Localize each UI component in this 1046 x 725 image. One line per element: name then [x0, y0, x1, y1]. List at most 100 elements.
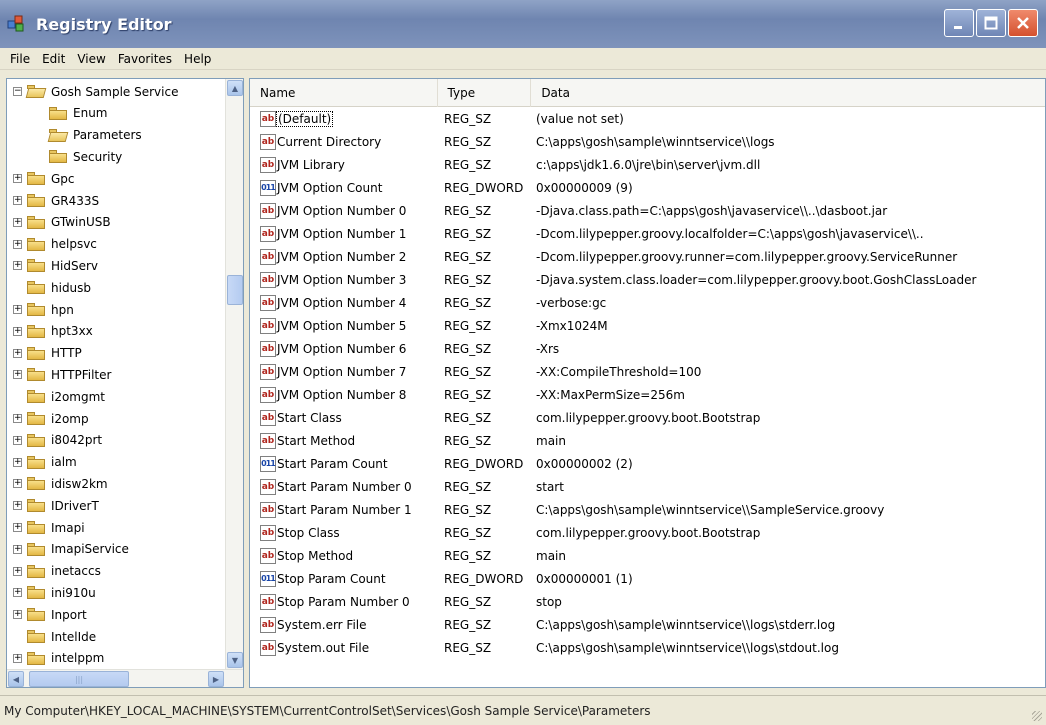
expand-icon[interactable]: + — [13, 196, 22, 205]
expand-icon[interactable]: + — [13, 370, 22, 380]
tree-item[interactable]: + IDriverT — [13, 495, 99, 516]
tree-item[interactable]: + HTTPFilter — [13, 364, 111, 385]
registry-value-row[interactable]: 011 Start Param Count REG_DWORD 0x00000002 … — [250, 452, 1045, 475]
tree-item[interactable]: + HTTP — [13, 343, 82, 364]
scroll-up-button[interactable]: ▲ — [227, 80, 243, 96]
scroll-down-button[interactable]: ▼ — [227, 652, 243, 668]
tree-item[interactable]: + hpt3xx — [13, 321, 93, 342]
tree-item-label: HidServ — [51, 258, 99, 273]
registry-value-row[interactable]: ab (Default) REG_SZ (value not set) — [250, 107, 1045, 130]
registry-value-row[interactable]: ab JVM Option Number 2 REG_SZ -Dcom.lilypep… — [250, 245, 1045, 268]
minimize-button[interactable] — [944, 9, 974, 37]
value-data: -Dcom.lilypepper.groovy.runner=com.lilyp… — [536, 249, 958, 264]
expand-icon[interactable]: + — [13, 305, 22, 314]
tree-item[interactable]: + Inport — [13, 604, 87, 625]
expand-icon[interactable]: + — [13, 435, 22, 445]
horizontal-scroll-thumb[interactable]: ||| — [29, 671, 129, 687]
registry-value-row[interactable]: ab System.err File REG_SZ C:\apps\gosh\samp… — [250, 613, 1045, 636]
expand-icon[interactable]: + — [13, 326, 22, 336]
menu-favorites[interactable]: Favorites — [112, 52, 178, 66]
tree-item[interactable]: + ImapiService — [13, 539, 129, 560]
scroll-thumb[interactable] — [227, 275, 243, 305]
column-data[interactable]: Data — [531, 79, 1045, 107]
registry-value-row[interactable]: ab Start Method REG_SZ main — [250, 429, 1045, 452]
value-data: -XX:CompileThreshold=100 — [536, 364, 702, 379]
registry-value-row[interactable]: 011 Stop Param Count REG_DWORD 0x00000001 (… — [250, 567, 1045, 590]
menu-view[interactable]: View — [71, 52, 111, 66]
tree-item[interactable]: Parameters — [35, 125, 142, 146]
tree-item[interactable]: + inetaccs — [13, 561, 101, 582]
expand-icon[interactable]: + — [13, 348, 22, 358]
menu-file[interactable]: File — [4, 52, 36, 66]
expand-icon[interactable]: + — [13, 261, 22, 271]
expand-icon[interactable]: + — [13, 501, 22, 511]
expand-icon[interactable]: + — [13, 414, 22, 423]
tree-item[interactable]: hidusb — [13, 277, 91, 298]
value-data: com.lilypepper.groovy.boot.Bootstrap — [536, 525, 761, 540]
expand-icon[interactable]: + — [13, 479, 22, 489]
expand-icon[interactable]: + — [13, 653, 22, 663]
expand-icon[interactable]: + — [13, 239, 22, 249]
registry-value-row[interactable]: ab Start Param Number 1 REG_SZ C:\apps\gosh… — [250, 498, 1045, 521]
tree-item[interactable]: + GR433S — [13, 190, 99, 211]
tree-vertical-scrollbar[interactable]: ▲ ▼ — [225, 79, 243, 670]
expand-icon[interactable]: + — [13, 610, 22, 620]
scroll-right-button[interactable]: ▶ — [208, 671, 224, 687]
tree-item[interactable]: + helpsvc — [13, 234, 97, 255]
expand-icon[interactable]: + — [13, 544, 22, 554]
expand-icon[interactable]: + — [13, 457, 22, 467]
registry-value-row[interactable]: ab JVM Library REG_SZ c:\apps\jdk1.6.0\jre\… — [250, 153, 1045, 176]
menu-help[interactable]: Help — [178, 52, 217, 66]
menu-edit[interactable]: Edit — [36, 52, 71, 66]
registry-value-row[interactable]: ab JVM Option Number 4 REG_SZ -verbose:gc — [250, 291, 1045, 314]
registry-value-row[interactable]: ab JVM Option Number 7 REG_SZ -XX:CompileTh… — [250, 360, 1045, 383]
column-name[interactable]: Name — [250, 79, 438, 107]
values-list[interactable]: Name Type Data ab (Default) REG_SZ (value n… — [249, 78, 1046, 688]
registry-value-row[interactable]: ab JVM Option Number 5 REG_SZ -Xmx1024M — [250, 314, 1045, 337]
tree-item[interactable]: + GTwinUSB — [13, 212, 111, 233]
registry-value-row[interactable]: ab Stop Param Number 0 REG_SZ stop — [250, 590, 1045, 613]
column-type[interactable]: Type — [438, 79, 532, 107]
tree-horizontal-scrollbar[interactable]: ◀ ||| ▶ — [7, 669, 243, 687]
expand-icon[interactable]: + — [13, 566, 22, 576]
registry-value-row[interactable]: ab Start Class REG_SZ com.lilypepper.groovy… — [250, 406, 1045, 429]
registry-value-row[interactable]: ab Current Directory REG_SZ C:\apps\gosh\sa… — [250, 130, 1045, 153]
registry-value-row[interactable]: ab JVM Option Number 3 REG_SZ -Djava.system… — [250, 268, 1045, 291]
tree-item[interactable]: − Gosh Sample Service — [13, 81, 178, 102]
tree-item[interactable]: + i2omp — [13, 408, 89, 429]
resize-grip[interactable] — [1032, 711, 1042, 721]
registry-value-row[interactable]: 011 JVM Option Count REG_DWORD 0x00000009 (… — [250, 176, 1045, 199]
expand-icon[interactable]: + — [13, 588, 22, 598]
tree-item[interactable]: + hpn — [13, 299, 74, 320]
registry-value-row[interactable]: ab Stop Method REG_SZ main — [250, 544, 1045, 567]
expand-icon[interactable]: + — [13, 217, 22, 227]
tree-item[interactable]: + Imapi — [13, 517, 85, 538]
scroll-left-button[interactable]: ◀ — [8, 671, 24, 687]
tree-item[interactable]: Security — [35, 146, 122, 167]
registry-value-row[interactable]: ab JVM Option Number 6 REG_SZ -Xrs — [250, 337, 1045, 360]
registry-value-row[interactable]: ab JVM Option Number 8 REG_SZ -XX:MaxPermSi… — [250, 383, 1045, 406]
maximize-button[interactable] — [976, 9, 1006, 37]
value-data: -Djava.system.class.loader=com.lilypeppe… — [536, 272, 977, 287]
tree-item[interactable]: + intelppm — [13, 648, 104, 669]
tree-item[interactable]: + i8042prt — [13, 430, 102, 451]
registry-value-row[interactable]: ab Stop Class REG_SZ com.lilypepper.groovy.… — [250, 521, 1045, 544]
tree-item[interactable]: IntelIde — [13, 626, 96, 647]
tree-item[interactable]: + idisw2km — [13, 473, 108, 494]
close-button[interactable] — [1008, 9, 1038, 37]
tree-item[interactable]: + Gpc — [13, 168, 75, 189]
tree-item[interactable]: i2omgmt — [13, 386, 105, 407]
tree-item[interactable]: Enum — [35, 103, 107, 124]
registry-value-row[interactable]: ab System.out File REG_SZ C:\apps\gosh\samp… — [250, 636, 1045, 659]
registry-tree[interactable]: − Gosh Sample Service Enum Parameters Securi… — [6, 78, 244, 688]
tree-item[interactable]: + HidServ — [13, 255, 98, 276]
expand-icon[interactable]: + — [13, 174, 22, 184]
collapse-icon[interactable]: − — [13, 87, 22, 96]
tree-item[interactable]: + ialm — [13, 452, 77, 473]
registry-value-row[interactable]: ab JVM Option Number 0 REG_SZ -Djava.class.… — [250, 199, 1045, 222]
registry-value-row[interactable]: ab Start Param Number 0 REG_SZ start — [250, 475, 1045, 498]
title-bar[interactable]: Registry Editor — [0, 0, 1046, 48]
tree-item[interactable]: + ini910u — [13, 582, 96, 603]
expand-icon[interactable]: + — [13, 523, 22, 532]
registry-value-row[interactable]: ab JVM Option Number 1 REG_SZ -Dcom.lilypep… — [250, 222, 1045, 245]
